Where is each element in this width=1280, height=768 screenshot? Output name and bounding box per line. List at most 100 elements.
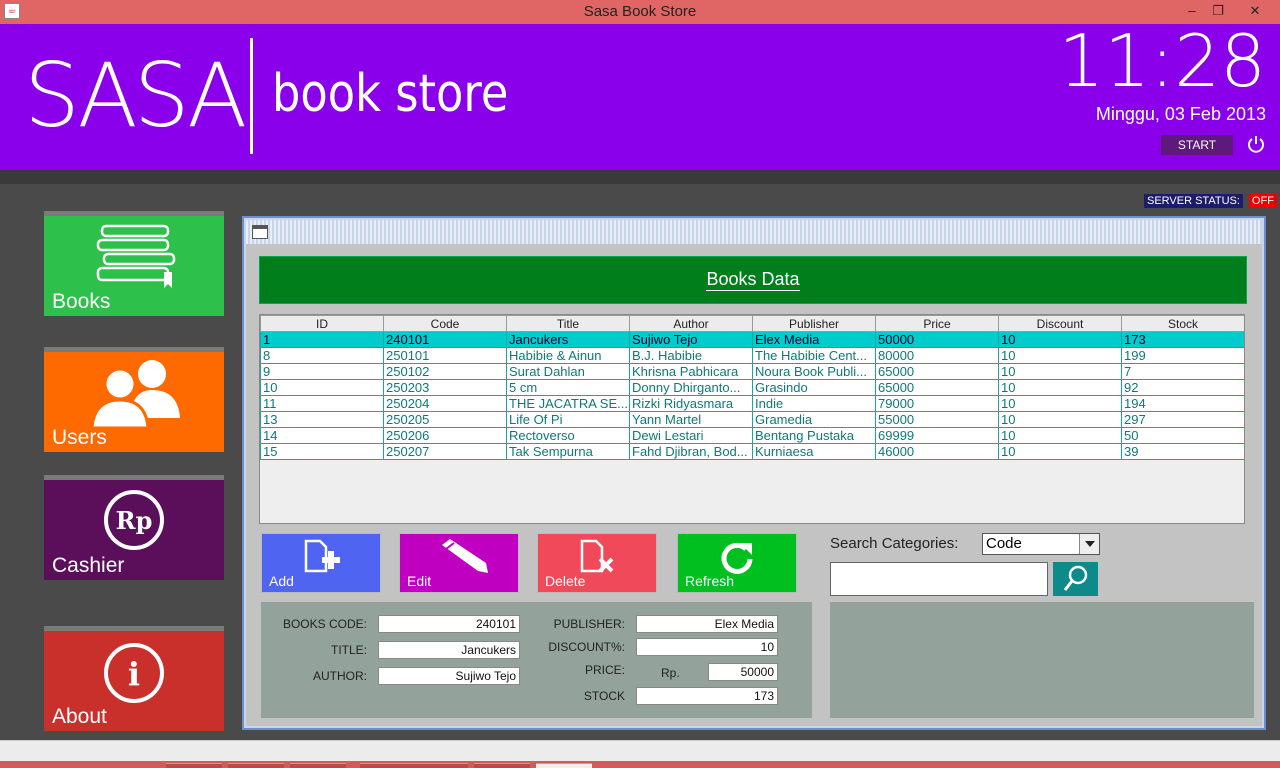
cell-discount[interactable]: 10 xyxy=(998,379,1122,396)
column-header-stock[interactable]: Stock xyxy=(1121,315,1244,332)
cell-id[interactable]: 11 xyxy=(260,395,384,412)
cell-author[interactable]: Sujiwo Tejo xyxy=(629,331,753,348)
chevron-down-icon[interactable] xyxy=(1079,534,1099,554)
cell-code[interactable]: 240101 xyxy=(383,331,507,348)
column-header-publisher[interactable]: Publisher xyxy=(752,315,876,332)
cell-code[interactable]: 250101 xyxy=(383,347,507,364)
cell-title[interactable]: Habibie & Ainun xyxy=(506,347,630,364)
cell-id[interactable]: 1 xyxy=(260,331,384,348)
cell-publisher[interactable]: Bentang Pustaka xyxy=(752,427,876,444)
minimize-button[interactable]: – xyxy=(1178,2,1206,20)
cell-author[interactable]: Khrisna Pabhicara xyxy=(629,363,753,380)
cell-code[interactable]: 250205 xyxy=(383,411,507,428)
close-button[interactable]: ✕ xyxy=(1241,2,1269,20)
cell-price[interactable]: 46000 xyxy=(875,443,999,460)
cell-stock[interactable]: 50 xyxy=(1121,427,1244,444)
column-header-discount[interactable]: Discount xyxy=(998,315,1122,332)
cell-code[interactable]: 250204 xyxy=(383,395,507,412)
price-field[interactable]: 50000 xyxy=(708,663,778,681)
cell-title[interactable]: Jancukers xyxy=(506,331,630,348)
cell-title[interactable]: Rectoverso xyxy=(506,427,630,444)
cell-price[interactable]: 55000 xyxy=(875,411,999,428)
cell-code[interactable]: 250203 xyxy=(383,379,507,396)
taskbar-app-3[interactable] xyxy=(290,763,346,768)
cell-price[interactable]: 79000 xyxy=(875,395,999,412)
table-row[interactable]: 1 240101 Jancukers Sujiwo Tejo Elex Media 500… xyxy=(260,331,1244,348)
cell-author[interactable]: Donny Dhirganto... xyxy=(629,379,753,396)
delete-button[interactable]: Delete xyxy=(537,533,657,593)
cell-author[interactable]: Rizki Ridyasmara xyxy=(629,395,753,412)
cell-author[interactable]: B.J. Habibie xyxy=(629,347,753,364)
cell-title[interactable]: Tak Sempurna xyxy=(506,443,630,460)
cell-author[interactable]: Dewi Lestari xyxy=(629,427,753,444)
column-header-id[interactable]: ID xyxy=(260,315,384,332)
cell-title[interactable]: Life Of Pi xyxy=(506,411,630,428)
cell-author[interactable]: Fahd Djibran, Bod... xyxy=(629,443,753,460)
cell-id[interactable]: 9 xyxy=(260,363,384,380)
cell-price[interactable]: 65000 xyxy=(875,379,999,396)
cell-stock[interactable]: 7 xyxy=(1121,363,1244,380)
table-row[interactable]: 8 250101 Habibie & Ainun B.J. Habibie The Ha… xyxy=(260,347,1244,364)
cell-discount[interactable]: 10 xyxy=(998,395,1122,412)
cell-code[interactable]: 250206 xyxy=(383,427,507,444)
title-field[interactable]: Jancukers xyxy=(378,641,520,659)
cell-discount[interactable]: 10 xyxy=(998,347,1122,364)
cell-code[interactable]: 250102 xyxy=(383,363,507,380)
table-row[interactable]: 14 250206 Rectoverso Dewi Lestari Bentang Pu… xyxy=(260,427,1244,444)
start-button[interactable]: START xyxy=(1161,135,1233,155)
table-row[interactable]: 9 250102 Surat Dahlan Khrisna Pabhicara Nour… xyxy=(260,363,1244,380)
cell-price[interactable]: 65000 xyxy=(875,363,999,380)
cell-publisher[interactable]: Elex Media xyxy=(752,331,876,348)
cell-price[interactable]: 69999 xyxy=(875,427,999,444)
discount-field[interactable]: 10 xyxy=(636,638,778,656)
cell-stock[interactable]: 297 xyxy=(1121,411,1244,428)
cell-stock[interactable]: 194 xyxy=(1121,395,1244,412)
cell-price[interactable]: 50000 xyxy=(875,331,999,348)
taskbar-app-1[interactable] xyxy=(166,763,222,768)
cell-code[interactable]: 250207 xyxy=(383,443,507,460)
cell-price[interactable]: 80000 xyxy=(875,347,999,364)
cell-title[interactable]: 5 cm xyxy=(506,379,630,396)
cell-publisher[interactable]: Kurniaesa xyxy=(752,443,876,460)
column-header-price[interactable]: Price xyxy=(875,315,999,332)
edit-button[interactable]: Edit xyxy=(399,533,519,593)
sidebar-item-books[interactable]: Books xyxy=(44,211,224,316)
cell-publisher[interactable]: Gramedia xyxy=(752,411,876,428)
add-button[interactable]: Add xyxy=(261,533,381,593)
publisher-field[interactable]: Elex Media xyxy=(636,615,778,633)
cell-title[interactable]: Surat Dahlan xyxy=(506,363,630,380)
search-category-select[interactable]: Code xyxy=(982,533,1100,555)
author-field[interactable]: Sujiwo Tejo xyxy=(378,667,520,685)
cell-id[interactable]: 10 xyxy=(260,379,384,396)
cell-discount[interactable]: 10 xyxy=(998,363,1122,380)
cell-discount[interactable]: 10 xyxy=(998,411,1122,428)
search-button[interactable] xyxy=(1053,562,1098,596)
cell-discount[interactable]: 10 xyxy=(998,427,1122,444)
power-icon[interactable] xyxy=(1246,134,1266,154)
cell-publisher[interactable]: The Habibie Cent... xyxy=(752,347,876,364)
taskbar-app-6[interactable] xyxy=(474,763,530,768)
cell-publisher[interactable]: Indie xyxy=(752,395,876,412)
refresh-button[interactable]: Refresh xyxy=(677,533,797,593)
cell-publisher[interactable]: Noura Book Publi... xyxy=(752,363,876,380)
cell-stock[interactable]: 199 xyxy=(1121,347,1244,364)
table-row[interactable]: 15 250207 Tak Sempurna Fahd Djibran, Bod...… xyxy=(260,443,1244,460)
table-row[interactable]: 10 250203 5 cm Donny Dhirganto... Grasindo 65… xyxy=(260,379,1244,396)
books-code-field[interactable]: 240101 xyxy=(378,615,520,633)
column-header-code[interactable]: Code xyxy=(383,315,507,332)
stock-field[interactable]: 173 xyxy=(636,687,778,705)
column-header-author[interactable]: Author xyxy=(629,315,753,332)
taskbar-app-7[interactable] xyxy=(536,763,592,768)
cell-stock[interactable]: 39 xyxy=(1121,443,1244,460)
maximize-button[interactable]: ❐ xyxy=(1204,2,1232,20)
cell-id[interactable]: 13 xyxy=(260,411,384,428)
cell-discount[interactable]: 10 xyxy=(998,443,1122,460)
taskbar-app-4[interactable] xyxy=(360,763,416,768)
cell-stock[interactable]: 173 xyxy=(1121,331,1244,348)
cell-publisher[interactable]: Grasindo xyxy=(752,379,876,396)
sidebar-item-about[interactable]: i About xyxy=(44,626,224,731)
internal-window-titlebar[interactable] xyxy=(246,220,1262,244)
search-input[interactable] xyxy=(830,562,1048,596)
column-header-title[interactable]: Title xyxy=(506,315,630,332)
taskbar-app-5[interactable] xyxy=(412,763,468,768)
